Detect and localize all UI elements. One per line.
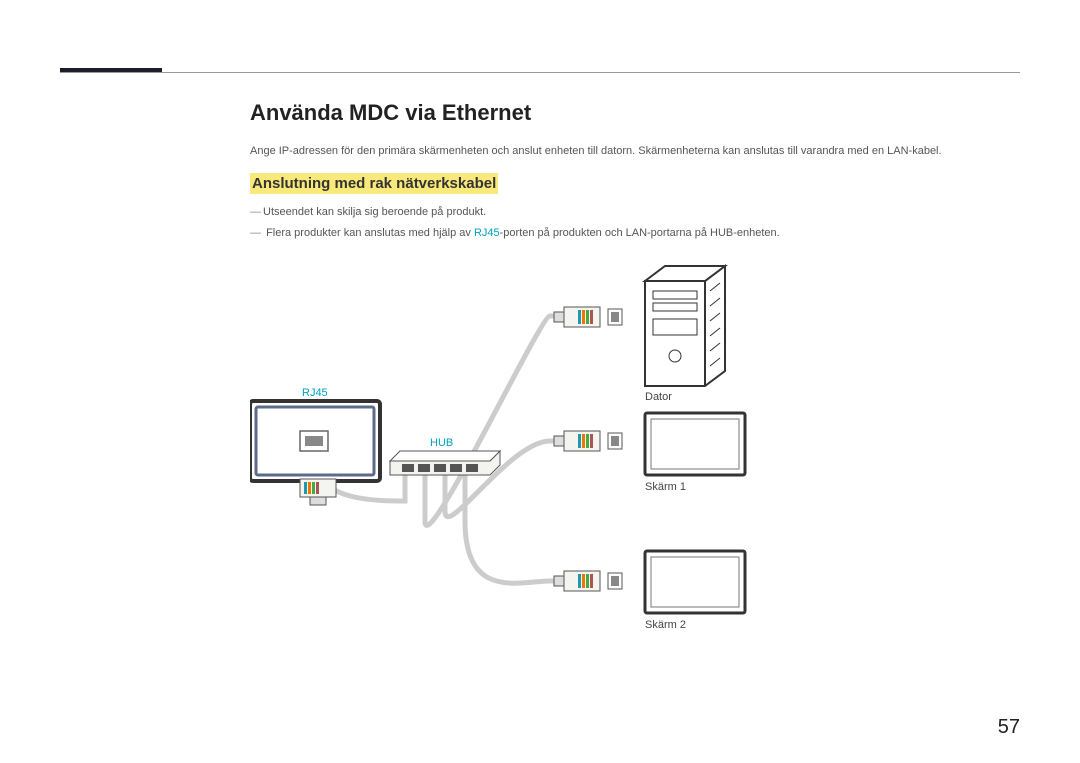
diagram-svg <box>250 261 870 681</box>
computer-icon <box>645 266 725 386</box>
page-heading: Använda MDC via Ethernet <box>250 100 1020 126</box>
display-1 <box>645 413 745 475</box>
note-2-pre: Flera produkter kan anslutas med hjälp a… <box>266 227 474 239</box>
label-skarm1: Skärm 1 <box>645 481 686 493</box>
label-skarm2: Skärm 2 <box>645 619 686 631</box>
page-number: 57 <box>998 716 1020 739</box>
label-hub: HUB <box>430 437 453 449</box>
note-2-post: -porten på produkten och LAN-portarna på… <box>500 227 780 239</box>
connection-diagram: RJ45 HUB Dator Skärm 1 Skärm 2 <box>250 261 870 681</box>
display-2 <box>645 551 745 613</box>
display-rj45 <box>250 401 380 481</box>
hub-device <box>390 451 500 475</box>
note-1: Utseendet kan skilja sig beroende på pro… <box>250 204 1020 221</box>
label-dator: Dator <box>645 391 672 403</box>
label-rj45: RJ45 <box>302 387 328 399</box>
note-2: Flera produkter kan anslutas med hjälp a… <box>250 225 1020 242</box>
rj45-port-text: RJ45 <box>474 227 500 239</box>
intro-paragraph: Ange IP-adressen för den primära skärmen… <box>250 144 1020 159</box>
header-divider <box>60 72 1020 73</box>
main-content: Använda MDC via Ethernet Ange IP-adresse… <box>250 100 1020 681</box>
section-subheading: Anslutning med rak nätverkskabel <box>250 173 498 194</box>
